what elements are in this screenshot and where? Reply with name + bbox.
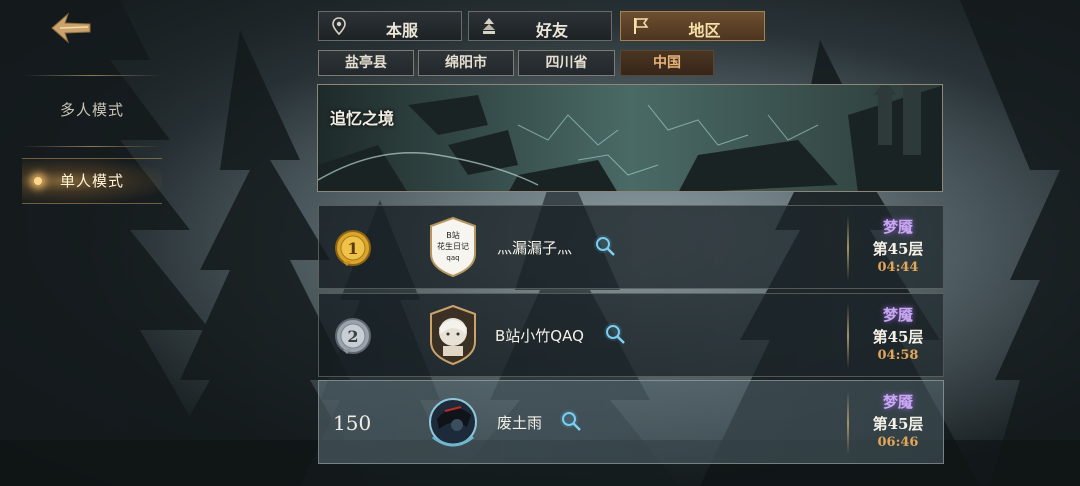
mode-multiplayer-label: 多人模式 <box>59 101 124 119</box>
difficulty-label: 梦魇 <box>882 218 913 236</box>
region-tab-county[interactable]: 盐亭县 <box>318 50 414 76</box>
row-divider <box>847 391 849 455</box>
mode-singleplayer-label: 单人模式 <box>59 172 124 190</box>
my-ranking-row[interactable]: 150 废土雨 梦魇 第45层 06:46 <box>318 380 944 464</box>
player-avatar[interactable]: B站 花生日记 qaq <box>427 216 479 278</box>
region-tab-city[interactable]: 绵阳市 <box>418 50 514 76</box>
tab-server-label: 本服 <box>385 21 418 40</box>
row-divider <box>847 216 849 280</box>
rank-number: 150 <box>333 411 372 435</box>
sidebar: 多人模式 单人模式 <box>0 0 180 486</box>
avatar-text-line1: B站 <box>446 230 460 240</box>
floor-label: 第45层 <box>872 240 924 258</box>
avatar-text-line3: qaq <box>446 254 459 262</box>
rank-number: 1 <box>347 239 358 258</box>
region-tab-country[interactable]: 中国 <box>620 50 714 76</box>
tab-friends-label: 好友 <box>535 21 568 40</box>
clear-time: 04:44 <box>877 260 919 275</box>
leaderboard-row[interactable]: 2 B站小竹QAQ 梦魇 第45层 04:58 <box>318 293 944 377</box>
tab-region[interactable]: 地区 <box>620 11 765 41</box>
search-icon[interactable] <box>603 322 627 346</box>
floor-label: 第45层 <box>872 415 924 433</box>
sidebar-divider <box>22 75 162 76</box>
tab-region-label: 地区 <box>688 21 721 40</box>
leaderboard-row[interactable]: 1 B站 花生日记 qaq 灬漏漏子灬 梦魇 第45层 04:44 <box>318 205 944 289</box>
search-icon[interactable] <box>593 234 617 258</box>
floor-label: 第45层 <box>872 328 924 346</box>
difficulty-label: 梦魇 <box>882 306 913 324</box>
player-avatar[interactable] <box>427 304 479 366</box>
player-name: 废土雨 <box>497 414 543 432</box>
row-divider <box>847 304 849 368</box>
clear-time: 06:46 <box>877 435 919 450</box>
tab-server[interactable]: 本服 <box>318 11 462 41</box>
rank-number: 2 <box>347 327 358 346</box>
selected-glow-icon <box>34 177 42 185</box>
player-avatar[interactable] <box>427 391 479 453</box>
silver-medal-icon: 2 <box>335 318 371 354</box>
sidebar-divider <box>22 146 162 147</box>
dungeon-banner: 追忆之境 <box>317 84 943 192</box>
mode-multiplayer[interactable]: 多人模式 <box>22 88 162 132</box>
region-tab-province[interactable]: 四川省 <box>518 50 615 76</box>
gold-medal-icon: 1 <box>335 230 371 266</box>
banner-art <box>318 85 942 191</box>
player-name: B站小竹QAQ <box>495 327 584 345</box>
player-name: 灬漏漏子灬 <box>497 239 573 257</box>
mode-singleplayer[interactable]: 单人模式 <box>22 158 162 204</box>
avatar-text-line2: 花生日记 <box>437 241 469 251</box>
banner-title: 追忆之境 <box>330 109 395 128</box>
search-icon[interactable] <box>559 409 583 433</box>
difficulty-label: 梦魇 <box>882 393 913 411</box>
tab-friends[interactable]: 好友 <box>468 11 612 41</box>
clear-time: 04:58 <box>877 348 919 363</box>
back-arrow-icon[interactable] <box>48 10 94 46</box>
